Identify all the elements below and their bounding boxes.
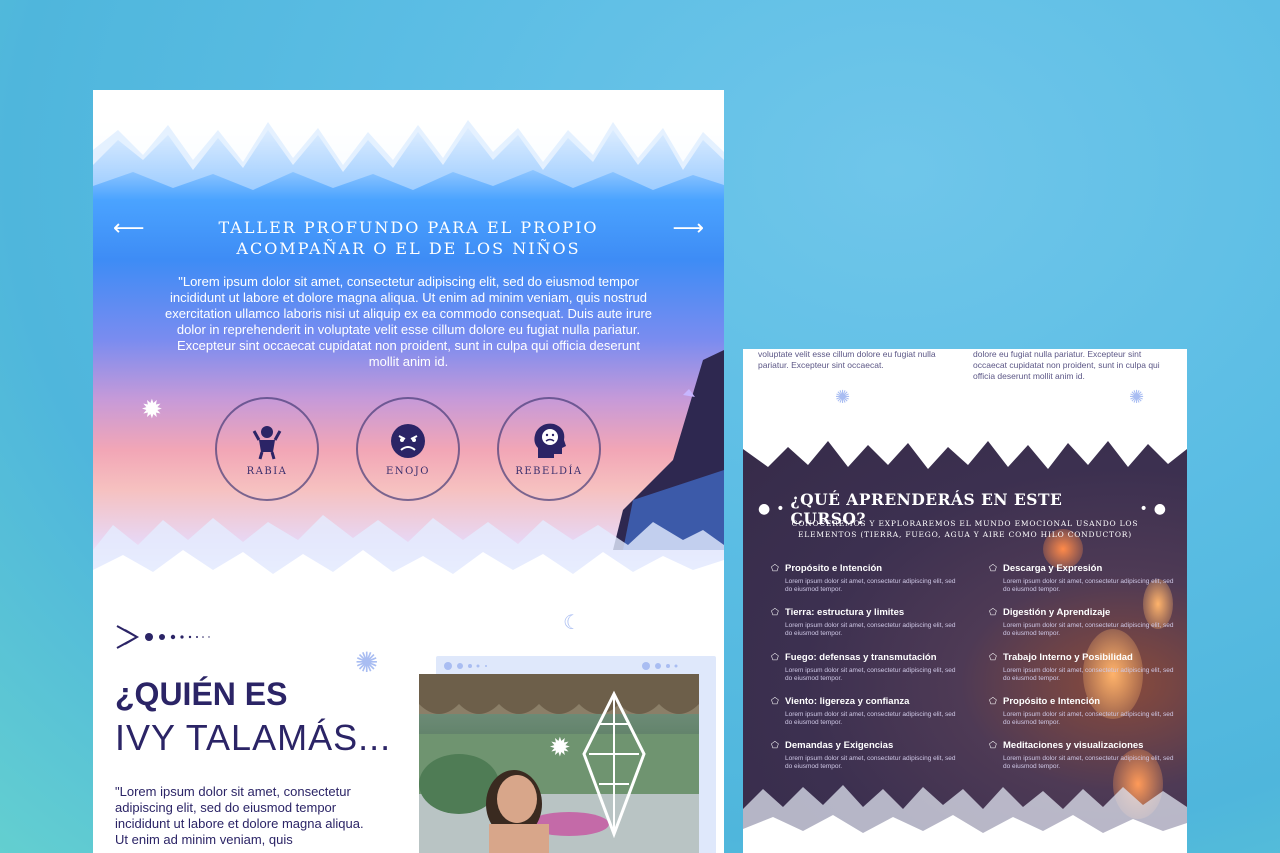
course-item-title: Descarga y Expresión — [1003, 563, 1103, 574]
arrow-left-icon: ⟵ — [113, 216, 145, 241]
emotion-label: Rabia — [246, 465, 288, 477]
ice-border-top — [743, 419, 1187, 469]
dots-decoration: ●• — [758, 501, 791, 517]
course-item-text: Lorem ipsum dolor sit amet, consectetur … — [1003, 622, 1174, 637]
angry-face-icon — [391, 423, 425, 458]
emotion-label: Enojo — [386, 465, 430, 477]
who-description: "Lorem ipsum dolor sit amet, consectetur… — [115, 784, 364, 847]
course-item-text: Lorem ipsum dolor sit amet, consectetur … — [785, 711, 956, 726]
hero-description: "Lorem ipsum dolor sit amet, consectetur… — [164, 274, 653, 369]
course-item: ⬠ Propósito e Intención Lorem ipsum dolor… — [989, 696, 1179, 727]
course-item: ⬠ Digestión y Aprendizaje Lorem ipsum dol… — [989, 607, 1179, 638]
course-item: ⬠ Trabajo Interno y Posibilidad Lorem ips… — [989, 652, 1179, 683]
course-item-text: Lorem ipsum dolor sit amet, consectetur … — [785, 578, 956, 593]
course-item-title: Trabajo Interno y Posibilidad — [1003, 652, 1133, 663]
sun-burst-icon: ✹ — [141, 395, 163, 425]
course-item-text: Lorem ipsum dolor sit amet, consectetur … — [1003, 711, 1174, 726]
emotion-badge-rebeldia: Rebeldía — [497, 397, 601, 501]
left-page-preview: ⟵ Taller profundo para el propio acompañ… — [93, 90, 724, 853]
crystal-bullet-icon: ⬠ — [771, 608, 779, 618]
top-text-right: dolore eu fugiat nulla pariatur. Excepte… — [973, 349, 1160, 381]
ice-border-bottom — [93, 515, 724, 610]
crystal-bullet-icon: ⬠ — [989, 741, 997, 751]
frame-dots-decoration — [444, 662, 678, 670]
angry-person-icon — [252, 425, 282, 459]
emotions-row: Rabia Enojo Rebeldía — [215, 397, 605, 503]
emotion-label: Rebeldía — [515, 465, 583, 477]
crystal-bullet-icon: ⬠ — [771, 697, 779, 707]
photo-illustration: ✹ — [419, 674, 699, 853]
course-item: ⬠ Demandas y Exigencias Lorem ipsum dolor… — [771, 740, 961, 771]
crystal-bullet-icon: ⬠ — [771, 564, 779, 574]
course-item: ⬠ Propósito e Intención Lorem ipsum dolor… — [771, 563, 961, 594]
course-item: ⬠ Descarga y Expresión Lorem ipsum dolor … — [989, 563, 1179, 594]
hero-section: ⟵ Taller profundo para el propio acompañ… — [93, 90, 724, 610]
course-item-text: Lorem ipsum dolor sit amet, consectetur … — [1003, 578, 1174, 593]
who-name: IVY TALAMÁS... — [115, 717, 392, 758]
course-item-text: Lorem ipsum dolor sit amet, consectetur … — [785, 755, 956, 770]
emotion-badge-rabia: Rabia — [215, 397, 319, 501]
learn-subtitle: Conoceremos y exploraremos el mundo emoc… — [791, 519, 1139, 539]
course-item: ⬠ Viento: ligereza y confianza Lorem ipsu… — [771, 696, 961, 727]
hero-title-row: ⟵ Taller profundo para el propio acompañ… — [113, 217, 704, 259]
crystal-bullet-icon: ⬠ — [771, 653, 779, 663]
right-page-preview: voluptate velit esse cillum dolore eu fu… — [743, 349, 1187, 853]
course-item-title: Tierra: estructura y limites — [785, 607, 905, 618]
who-title: ¿QUIÉN ES — [115, 676, 288, 712]
course-item-text: Lorem ipsum dolor sit amet, consectetur … — [1003, 755, 1174, 770]
svg-text:✹: ✹ — [549, 733, 571, 763]
moon-icon: ☾ — [563, 610, 581, 634]
course-item: ⬠ Fuego: defensas y transmutación Lorem i… — [771, 652, 961, 683]
course-item-text: Lorem ipsum dolor sit amet, consectetur … — [1003, 667, 1174, 682]
course-item-text: Lorem ipsum dolor sit amet, consectetur … — [785, 667, 956, 682]
course-item: ⬠ Tierra: estructura y limites Lorem ipsu… — [771, 607, 961, 638]
ice-border-top — [93, 90, 724, 190]
course-item-text: Lorem ipsum dolor sit amet, consectetur … — [785, 622, 956, 637]
dots-decoration: •● — [1139, 501, 1172, 517]
crystal-bullet-icon: ⬠ — [989, 608, 997, 618]
emotion-badge-enojo: Enojo — [356, 397, 460, 501]
splash-icon: ✺ — [835, 387, 851, 408]
course-item: ⬠ Meditaciones y visualizaciones Lorem ip… — [989, 740, 1179, 771]
crystal-bullet-icon: ⬠ — [989, 697, 997, 707]
course-item-title: Propósito e Intención — [1003, 696, 1101, 707]
hero-title: Taller profundo para el propio acompañar… — [218, 218, 599, 258]
crystal-bullet-icon: ⬠ — [771, 741, 779, 751]
splash-icon: ✺ — [355, 646, 379, 679]
arrow-right-icon: ⟶ — [672, 216, 704, 241]
splash-icon: ✺ — [1129, 387, 1145, 408]
course-item-title: Propósito e Intención — [785, 563, 883, 574]
crystal-bullet-icon: ⬠ — [989, 653, 997, 663]
course-item-title: Digestión y Aprendizaje — [1003, 607, 1111, 618]
course-item-title: Viento: ligereza y confianza — [785, 696, 910, 707]
arrow-dots-decoration — [116, 625, 210, 649]
sad-head-icon — [534, 423, 566, 458]
course-item-title: Fuego: defensas y transmutación — [785, 652, 937, 663]
ice-border-bottom — [743, 785, 1187, 853]
course-item-title: Meditaciones y visualizaciones — [1003, 740, 1144, 751]
course-item-title: Demandas y Exigencias — [785, 740, 894, 751]
crystal-bullet-icon: ⬠ — [989, 564, 997, 574]
top-text-left: voluptate velit esse cillum dolore eu fu… — [758, 349, 936, 370]
profile-photo: ✹ — [419, 674, 699, 853]
